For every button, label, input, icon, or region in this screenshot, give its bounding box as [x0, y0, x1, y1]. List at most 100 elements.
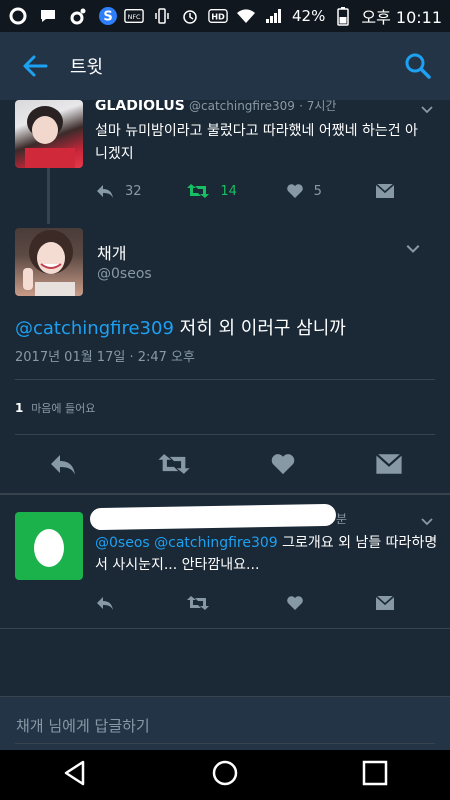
main-tweet: 채개 @0seos @catchingfire309 저히 외 이러구 삼니까 … — [0, 228, 450, 498]
author-handle: @catchingfire309 — [189, 100, 295, 113]
reply-tweet[interactable]: 분 @0seos @catchingfire309 그로개요 외 남들 따라하명… — [0, 500, 450, 630]
app-bar: 트윗 — [0, 32, 450, 100]
retweet-button[interactable] — [186, 594, 285, 612]
tweet-text-line: 설마 뉴미밤이라고 불렀다고 따라했네 어쨌네 하는건 아 — [95, 123, 418, 139]
nav-home-button[interactable] — [211, 759, 239, 791]
android-nav-bar — [0, 750, 450, 800]
reply-button[interactable]: 32 — [95, 183, 186, 199]
tweet-timestamp: 2017년 01월 17일 · 2:47 오후 — [15, 350, 195, 365]
tweet-text-line: 서 사시눈지... 안타깜내요... — [95, 557, 260, 573]
author-name[interactable]: 채개 — [97, 240, 126, 264]
tweet-detail: GLADIOLUS @catchingfire309 · 7시간 설마 뉴미밤이… — [0, 100, 450, 696]
dm-button[interactable] — [375, 452, 403, 480]
message-icon — [38, 6, 58, 26]
author-handle: @0seos — [97, 266, 152, 282]
tweet-text: @0seos @catchingfire309 그로개요 외 남들 따라하명 서… — [95, 532, 440, 576]
likes-summary[interactable]: 1 마음에 들어요 — [15, 400, 95, 416]
tweet-text-line: 그로개요 외 남들 따라하명 — [282, 535, 438, 551]
battery-percent: 42% — [292, 7, 326, 25]
like-button[interactable]: 5 — [286, 183, 375, 199]
envelope-icon — [375, 183, 395, 198]
like-count: 5 — [313, 183, 322, 199]
tweet-actions — [95, 594, 395, 612]
heart-icon — [286, 184, 303, 198]
divider — [15, 434, 435, 435]
retweet-button[interactable]: 14 — [186, 182, 285, 200]
nav-back-button[interactable] — [61, 759, 89, 791]
home-circle-icon — [212, 760, 238, 786]
retweet-count: 14 — [220, 183, 237, 199]
reply-input[interactable]: 채개 님에게 답글하기 — [16, 715, 150, 736]
heart-icon — [286, 596, 303, 610]
tweet-body: 저히 외 이러구 삼니까 — [179, 318, 346, 339]
music-icon — [68, 6, 88, 26]
search-button[interactable] — [404, 52, 432, 80]
main-tweet-actions — [0, 438, 450, 494]
back-triangle-icon — [64, 760, 85, 786]
reply-count: 32 — [125, 183, 142, 199]
avatar[interactable] — [15, 228, 83, 296]
heart-icon — [271, 454, 294, 475]
back-arrow-icon — [23, 55, 48, 77]
divider — [0, 628, 450, 629]
avatar[interactable] — [15, 100, 83, 168]
chevron-down-icon[interactable] — [420, 514, 434, 528]
reply-button[interactable] — [95, 595, 186, 611]
reply-composer[interactable]: 채개 님에게 답글하기 — [0, 696, 450, 750]
divider — [15, 379, 435, 380]
page-title: 트윗 — [70, 57, 104, 78]
envelope-icon — [375, 595, 395, 610]
svg-text:NFC: NFC — [128, 14, 141, 21]
nfc-icon: NFC — [124, 6, 144, 26]
chevron-down-icon[interactable] — [420, 102, 434, 116]
tweet-text: 설마 뉴미밤이라고 불렀다고 따라했네 어쨌네 하는건 아 니겠지 — [95, 120, 440, 166]
signal-icon — [264, 6, 284, 26]
chevron-down-icon[interactable] — [405, 240, 421, 256]
notification-icon — [8, 6, 28, 26]
battery-icon — [333, 6, 353, 26]
avatar[interactable] — [15, 512, 83, 580]
app-icon: S — [98, 6, 118, 26]
back-button[interactable] — [0, 32, 70, 100]
author-name[interactable]: GLADIOLUS — [95, 100, 185, 114]
redacted-name — [89, 503, 337, 531]
tweet-text-line: 니겠지 — [95, 146, 134, 162]
reply-icon — [97, 597, 113, 610]
likes-count: 1 — [15, 401, 24, 415]
status-bar: S NFC HD 42% 오후 10:11 — [0, 0, 450, 32]
default-egg-icon — [34, 529, 64, 567]
svg-text:HD: HD — [211, 12, 225, 22]
thread-line — [47, 168, 50, 224]
mention-links[interactable]: @0seos @catchingfire309 — [95, 535, 278, 551]
search-icon — [405, 53, 431, 79]
vibrate-icon — [152, 6, 172, 26]
envelope-icon — [375, 453, 402, 474]
retweet-button[interactable] — [157, 451, 191, 481]
svg-text:S: S — [103, 10, 112, 25]
likes-label: 마음에 들어요 — [31, 402, 96, 415]
hd-voice-icon: HD — [208, 6, 228, 26]
divider — [0, 493, 450, 495]
wifi-icon — [236, 6, 256, 26]
like-button[interactable] — [270, 452, 296, 480]
reply-icon — [97, 185, 113, 198]
reply-button[interactable] — [48, 452, 78, 480]
input-underline — [15, 743, 435, 744]
mention-link[interactable]: @catchingfire309 — [15, 318, 174, 339]
reply-icon — [50, 455, 75, 475]
parent-tweet[interactable]: GLADIOLUS @catchingfire309 · 7시간 설마 뉴미밤이… — [0, 100, 450, 224]
alarm-icon — [180, 6, 200, 26]
clock: 오후 10:11 — [361, 8, 442, 27]
recents-square-icon — [362, 760, 388, 786]
dm-button[interactable] — [375, 183, 395, 199]
nav-recents-button[interactable] — [361, 759, 389, 791]
dm-button[interactable] — [375, 595, 395, 611]
tweet-time: 분 — [336, 512, 348, 526]
retweet-icon — [187, 596, 210, 610]
tweet-time: · 7시간 — [299, 100, 337, 113]
like-button[interactable] — [286, 595, 375, 611]
retweet-icon — [157, 454, 190, 474]
tweet-text: @catchingfire309 저히 외 이러구 삼니까 — [15, 314, 346, 340]
tweet-actions: 32 14 5 — [95, 182, 395, 200]
retweet-icon — [187, 184, 210, 198]
